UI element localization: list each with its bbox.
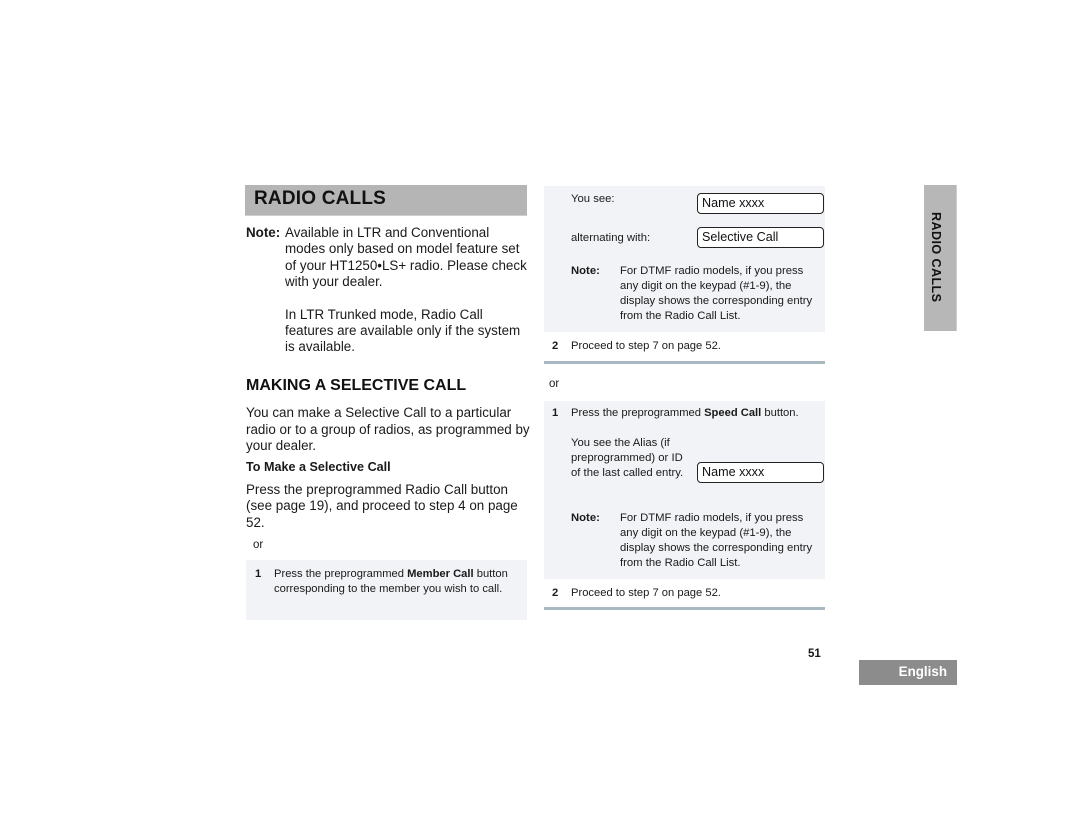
step-text: Proceed to step 7 on page 52. xyxy=(571,340,721,352)
step-text-start: Press the preprogrammed xyxy=(274,568,408,580)
step-2-proceed-a: 2 Proceed to step 7 on page 52. xyxy=(552,340,822,352)
or-separator: or xyxy=(253,539,264,551)
step-1-member-call: 1 Press the preprogrammed Member Call bu… xyxy=(255,567,523,597)
step-number: 1 xyxy=(255,568,262,580)
step-text: Proceed to step 7 on page 52. xyxy=(571,587,721,599)
chapter-side-tab: RADIO CALLS xyxy=(924,185,957,331)
dtmf-note-1: Note: For DTMF radio models, if you pres… xyxy=(571,264,821,324)
note-text: For DTMF radio models, if you press any … xyxy=(620,265,813,322)
radio-call-instruction: Press the preprogrammed Radio Call butto… xyxy=(246,482,518,530)
member-call-step-box: 1 Press the preprogrammed Member Call bu… xyxy=(246,560,527,620)
you-see-label: You see: xyxy=(571,193,615,205)
lcd-display-name: Name xxxx xyxy=(697,193,824,214)
page-title: RADIO CALLS xyxy=(254,188,387,209)
dtmf-note-2: Note: For DTMF radio models, if you pres… xyxy=(571,511,821,571)
section-rule xyxy=(544,361,825,364)
note-text: For DTMF radio models, if you press any … xyxy=(620,512,813,569)
section-heading: MAKING A SELECTIVE CALL xyxy=(246,377,467,394)
alias-description: You see the Alias (if preprogrammed) or … xyxy=(571,437,684,479)
step-text-end: button. xyxy=(761,407,799,419)
step-text: Press the preprogrammed Speed Call butto… xyxy=(571,406,824,421)
or-separator-right: or xyxy=(549,378,560,390)
step-number: 2 xyxy=(552,587,559,599)
display-panel-1: You see: Name xxxx alternating with: Sel… xyxy=(544,186,825,332)
step-1-speed-call: 1 Press the preprogrammed Speed Call but… xyxy=(552,406,824,421)
language-badge: English xyxy=(859,660,957,685)
intro-paragraph: You can make a Selective Call to a parti… xyxy=(246,405,530,454)
member-call-button-name: Member Call xyxy=(407,568,474,580)
alternating-label: alternating with: xyxy=(571,232,651,244)
page-number: 51 xyxy=(808,648,821,660)
step-2-proceed-b: 2 Proceed to step 7 on page 52. xyxy=(552,587,822,599)
speed-call-panel: 1 Press the preprogrammed Speed Call but… xyxy=(544,401,825,579)
chapter-tab-label: RADIO CALLS xyxy=(929,212,943,303)
note-text: Available in LTR and Conventional modes … xyxy=(285,225,527,290)
page-title-bar: RADIO CALLS xyxy=(245,185,527,216)
note-label: Note: xyxy=(571,265,600,277)
step-text-start: Press the preprogrammed xyxy=(571,407,705,419)
step-number: 2 xyxy=(552,340,559,352)
step-number: 1 xyxy=(552,407,559,419)
speed-call-button-name: Speed Call xyxy=(704,407,762,419)
procedure-subheading: To Make a Selective Call xyxy=(246,460,391,474)
availability-note: Note: Available in LTR and Conventional … xyxy=(246,225,531,356)
note-label: Note: xyxy=(571,512,600,524)
note-paragraph-2: In LTR Trunked mode, Radio Call features… xyxy=(285,306,521,355)
lcd-display-alias: Name xxxx xyxy=(697,462,824,483)
note-label: Note: xyxy=(246,225,281,240)
section-rule xyxy=(544,607,825,610)
step-text: Press the preprogrammed Member Call butt… xyxy=(274,567,523,597)
lcd-display-selective-call: Selective Call xyxy=(697,227,824,248)
